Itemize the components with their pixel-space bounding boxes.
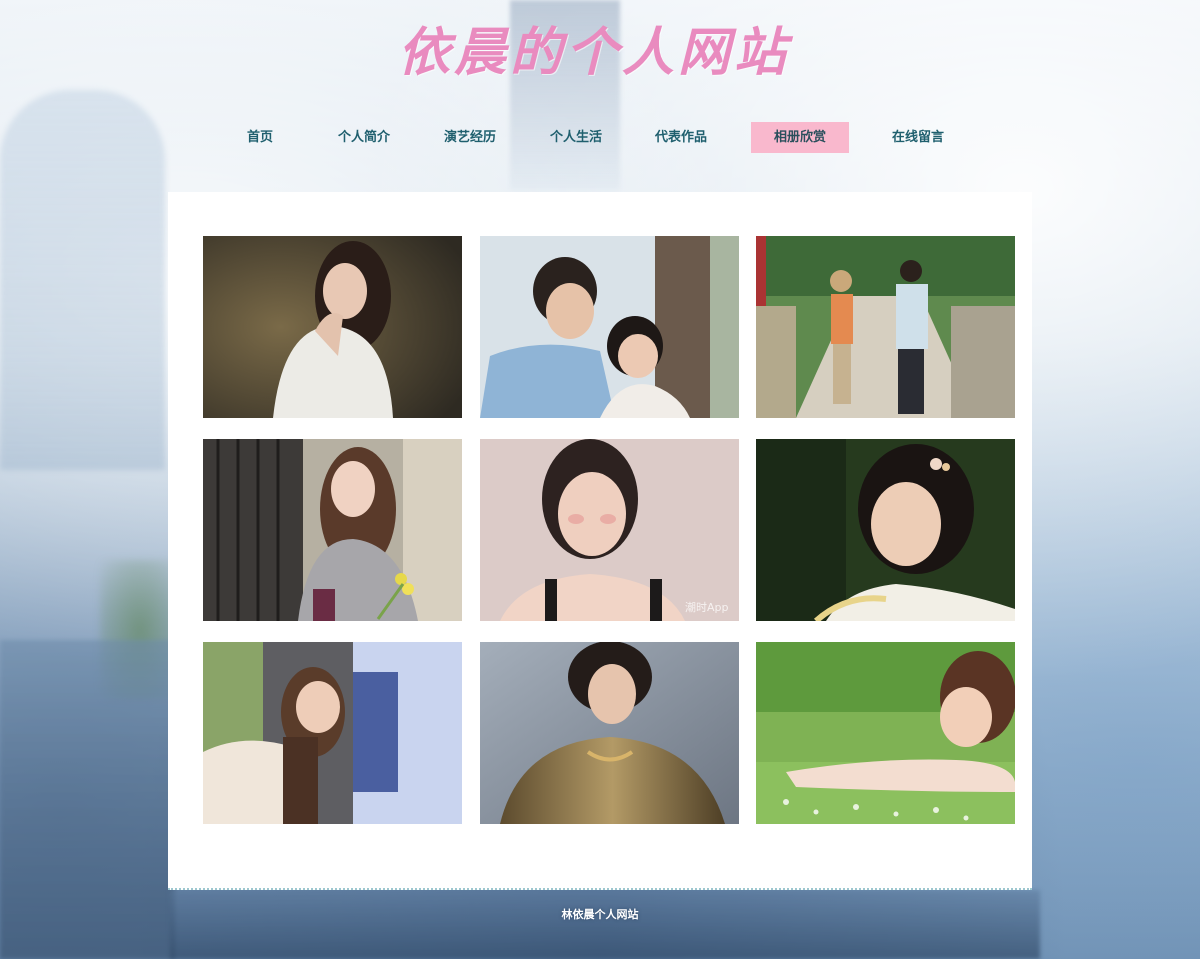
photo-girl-with-flowers[interactable] bbox=[203, 439, 462, 621]
photo-girl-with-hair-flower[interactable] bbox=[756, 439, 1015, 621]
nav-item-home[interactable]: 首页 bbox=[218, 122, 302, 153]
photo-portrait-white-shirt[interactable] bbox=[203, 236, 462, 418]
photo-gold-jacket-portrait-image bbox=[480, 642, 739, 824]
nav-item-career[interactable]: 演艺经历 bbox=[428, 122, 512, 153]
footer-text: 林依晨个人网站 bbox=[561, 908, 639, 921]
nav-item-life[interactable]: 个人生活 bbox=[534, 122, 618, 153]
site-title-text: 依晨的个人网站 bbox=[397, 22, 790, 83]
photo-girl-with-flowers-image bbox=[203, 439, 462, 621]
site-title: 依晨的个人网站 bbox=[0, 10, 1200, 85]
photo-short-hair-portrait-image: 潮时App bbox=[480, 439, 739, 621]
photo-girl-by-window-image bbox=[203, 642, 462, 824]
photo-girl-with-hair-flower-image bbox=[756, 439, 1015, 621]
photo-couple-under-tree-image bbox=[480, 236, 739, 418]
photo-gold-jacket-portrait[interactable] bbox=[480, 642, 739, 824]
nav-item-guestbook[interactable]: 在线留言 bbox=[876, 122, 960, 153]
main-nav: 首页 个人简介 演艺经历 个人生活 代表作品 相册欣赏 在线留言 bbox=[0, 122, 1200, 154]
photo-girl-on-grass-image bbox=[756, 642, 1015, 824]
photo-short-hair-portrait[interactable]: 潮时App bbox=[480, 439, 739, 621]
nav-item-profile[interactable]: 个人简介 bbox=[322, 122, 406, 153]
photo-girl-on-grass[interactable] bbox=[756, 642, 1015, 824]
photo-couple-on-bridge[interactable] bbox=[756, 236, 1015, 418]
nav-item-works[interactable]: 代表作品 bbox=[639, 122, 723, 153]
photo-watermark: 潮时App bbox=[685, 600, 729, 614]
photo-couple-under-tree[interactable] bbox=[480, 236, 739, 418]
photo-couple-on-bridge-image bbox=[756, 236, 1015, 418]
gallery-panel: 潮时App bbox=[168, 192, 1032, 890]
photo-portrait-white-shirt-image bbox=[203, 236, 462, 418]
nav-item-album[interactable]: 相册欣赏 bbox=[751, 122, 849, 153]
background-bottom bbox=[170, 890, 1040, 959]
photo-girl-by-window[interactable] bbox=[203, 642, 462, 824]
